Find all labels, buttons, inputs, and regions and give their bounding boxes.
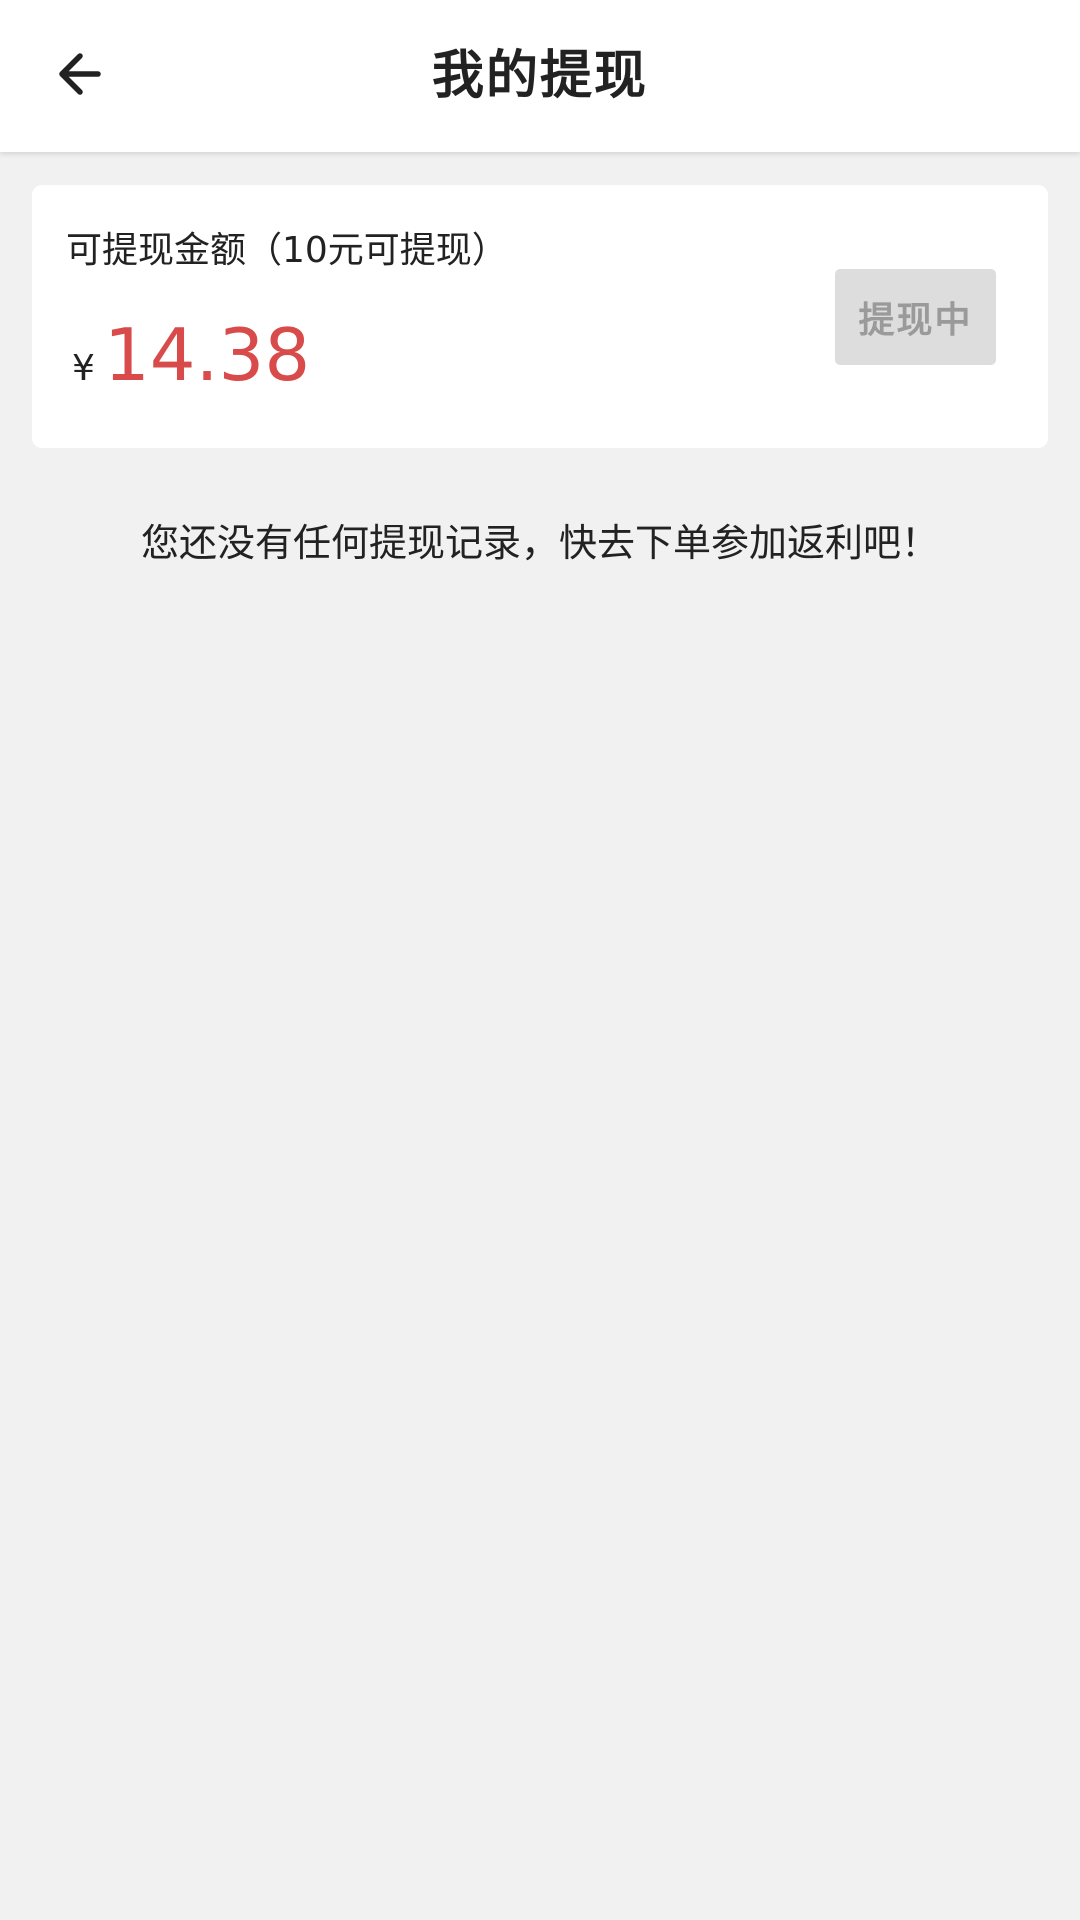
currency-symbol: ¥ [72, 348, 95, 389]
amount-row: ¥ 14.38 [72, 315, 310, 395]
top-app-bar: 我的提现 [0, 0, 1080, 152]
withdrawable-amount: 14.38 [104, 313, 311, 397]
empty-records-message: 您还没有任何提现记录，快去下单参加返利吧！ [140, 521, 939, 565]
withdrawable-amount-label: 可提现金额（10元可提现） [66, 230, 508, 271]
withdraw-button[interactable]: 提现中 [835, 269, 996, 365]
balance-card: 可提现金额（10元可提现） ¥ 14.38 提现中 [32, 185, 1048, 448]
page-title: 我的提现 [431, 46, 648, 106]
